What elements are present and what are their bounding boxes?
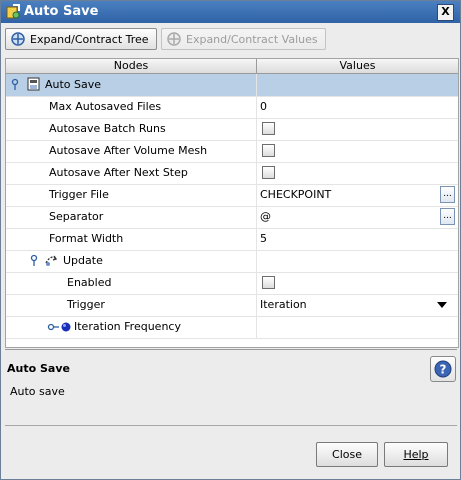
table-row-trigger[interactable]: Trigger Iteration <box>6 294 458 317</box>
column-separator <box>256 162 257 184</box>
table-row-format-width[interactable]: Format Width 5 <box>6 228 458 251</box>
trigger-label: Trigger <box>67 298 105 311</box>
close-icon: X <box>441 5 450 18</box>
trigger-file-browse-button[interactable]: ... <box>440 186 455 203</box>
enabled-checkbox[interactable] <box>262 276 275 289</box>
table-header: Nodes Values <box>6 59 458 74</box>
separator-value[interactable]: @ <box>260 210 271 223</box>
format-width-value[interactable]: 5 <box>260 232 267 245</box>
max-autosaved-files-label: Max Autosaved Files <box>49 100 162 113</box>
expand-tree-icon <box>11 32 25 46</box>
autosave-after-volume-mesh-checkbox[interactable] <box>262 144 275 157</box>
max-autosaved-files-value[interactable]: 0 <box>260 100 267 113</box>
column-separator <box>256 316 257 338</box>
separator-label: Separator <box>49 210 104 223</box>
table-row-autosave-after-volume-mesh[interactable]: Autosave After Volume Mesh <box>6 140 458 163</box>
close-window-button[interactable]: X <box>437 4 454 21</box>
column-separator <box>256 272 257 294</box>
app-icon <box>6 4 20 19</box>
window-title: Auto Save <box>24 4 99 19</box>
column-separator <box>256 294 257 316</box>
iteration-frequency-label: Iteration Frequency <box>74 320 181 333</box>
tree-expanded-icon[interactable] <box>10 78 24 92</box>
expand-values-icon <box>167 32 181 46</box>
dropdown-arrow-icon[interactable] <box>437 302 447 308</box>
tree-collapsed-icon[interactable] <box>47 320 61 334</box>
enabled-label: Enabled <box>67 276 112 289</box>
auto-save-node-icon <box>27 77 40 91</box>
trigger-file-value[interactable]: CHECKPOINT <box>260 188 331 201</box>
column-separator <box>256 250 257 272</box>
table-row-separator[interactable]: Separator @ ... <box>6 206 458 229</box>
autosave-batch-runs-label: Autosave Batch Runs <box>49 122 166 135</box>
expand-values-label: Expand/Contract Values <box>186 32 318 46</box>
expand-tree-label: Expand/Contract Tree <box>30 32 149 46</box>
update-node-icon <box>45 255 58 266</box>
column-separator <box>256 206 257 228</box>
table-row-trigger-file[interactable]: Trigger File CHECKPOINT ... <box>6 184 458 207</box>
table-row-auto-save[interactable]: Auto Save <box>6 74 458 97</box>
close-button[interactable]: Close <box>316 442 378 467</box>
format-width-label: Format Width <box>49 232 124 245</box>
column-separator <box>256 140 257 162</box>
question-icon: ? <box>434 360 452 378</box>
property-table: Nodes Values Auto Save Max Autosaved Fil… <box>5 58 459 348</box>
title-bar: Auto Save X <box>1 1 460 23</box>
table-row-enabled[interactable]: Enabled <box>6 272 458 295</box>
trigger-dropdown-value[interactable]: Iteration <box>260 298 307 311</box>
trigger-file-label: Trigger File <box>49 188 109 201</box>
auto-save-dialog: Auto Save X Expand/Contract Tree Expand/… <box>0 0 461 480</box>
expand-contract-tree-button[interactable]: Expand/Contract Tree <box>5 28 157 50</box>
svg-text:?: ? <box>440 363 447 377</box>
autosave-after-next-step-label: Autosave After Next Step <box>49 166 188 179</box>
table-row-autosave-batch-runs[interactable]: Autosave Batch Runs <box>6 118 458 141</box>
description-text: Auto save <box>10 385 65 398</box>
description-panel: Auto Save Auto save ? <box>5 349 457 424</box>
column-separator <box>256 96 257 118</box>
expand-contract-values-button[interactable]: Expand/Contract Values <box>161 28 326 50</box>
table-row-max-autosaved-files[interactable]: Max Autosaved Files 0 <box>6 96 458 119</box>
help-button[interactable]: Help <box>384 442 448 467</box>
iteration-frequency-icon <box>61 322 71 332</box>
column-separator <box>256 74 257 96</box>
column-separator <box>256 184 257 206</box>
table-row-autosave-after-next-step[interactable]: Autosave After Next Step <box>6 162 458 185</box>
column-header-values: Values <box>339 59 376 72</box>
autosave-batch-runs-checkbox[interactable] <box>262 122 275 135</box>
description-title: Auto Save <box>7 362 70 375</box>
footer-divider <box>5 425 457 426</box>
autosave-after-volume-mesh-label: Autosave After Volume Mesh <box>49 144 208 157</box>
separator-edit-button[interactable]: ... <box>440 208 455 225</box>
autosave-after-next-step-checkbox[interactable] <box>262 166 275 179</box>
column-header-nodes: Nodes <box>6 59 257 73</box>
column-separator <box>256 118 257 140</box>
table-row-update[interactable]: Update <box>6 250 458 273</box>
help-icon-button[interactable]: ? <box>430 356 456 382</box>
table-row-iteration-frequency[interactable]: Iteration Frequency <box>6 316 458 339</box>
column-separator <box>256 228 257 250</box>
auto-save-label: Auto Save <box>45 78 102 91</box>
tree-expanded-icon[interactable] <box>29 254 43 268</box>
update-label: Update <box>63 254 103 267</box>
